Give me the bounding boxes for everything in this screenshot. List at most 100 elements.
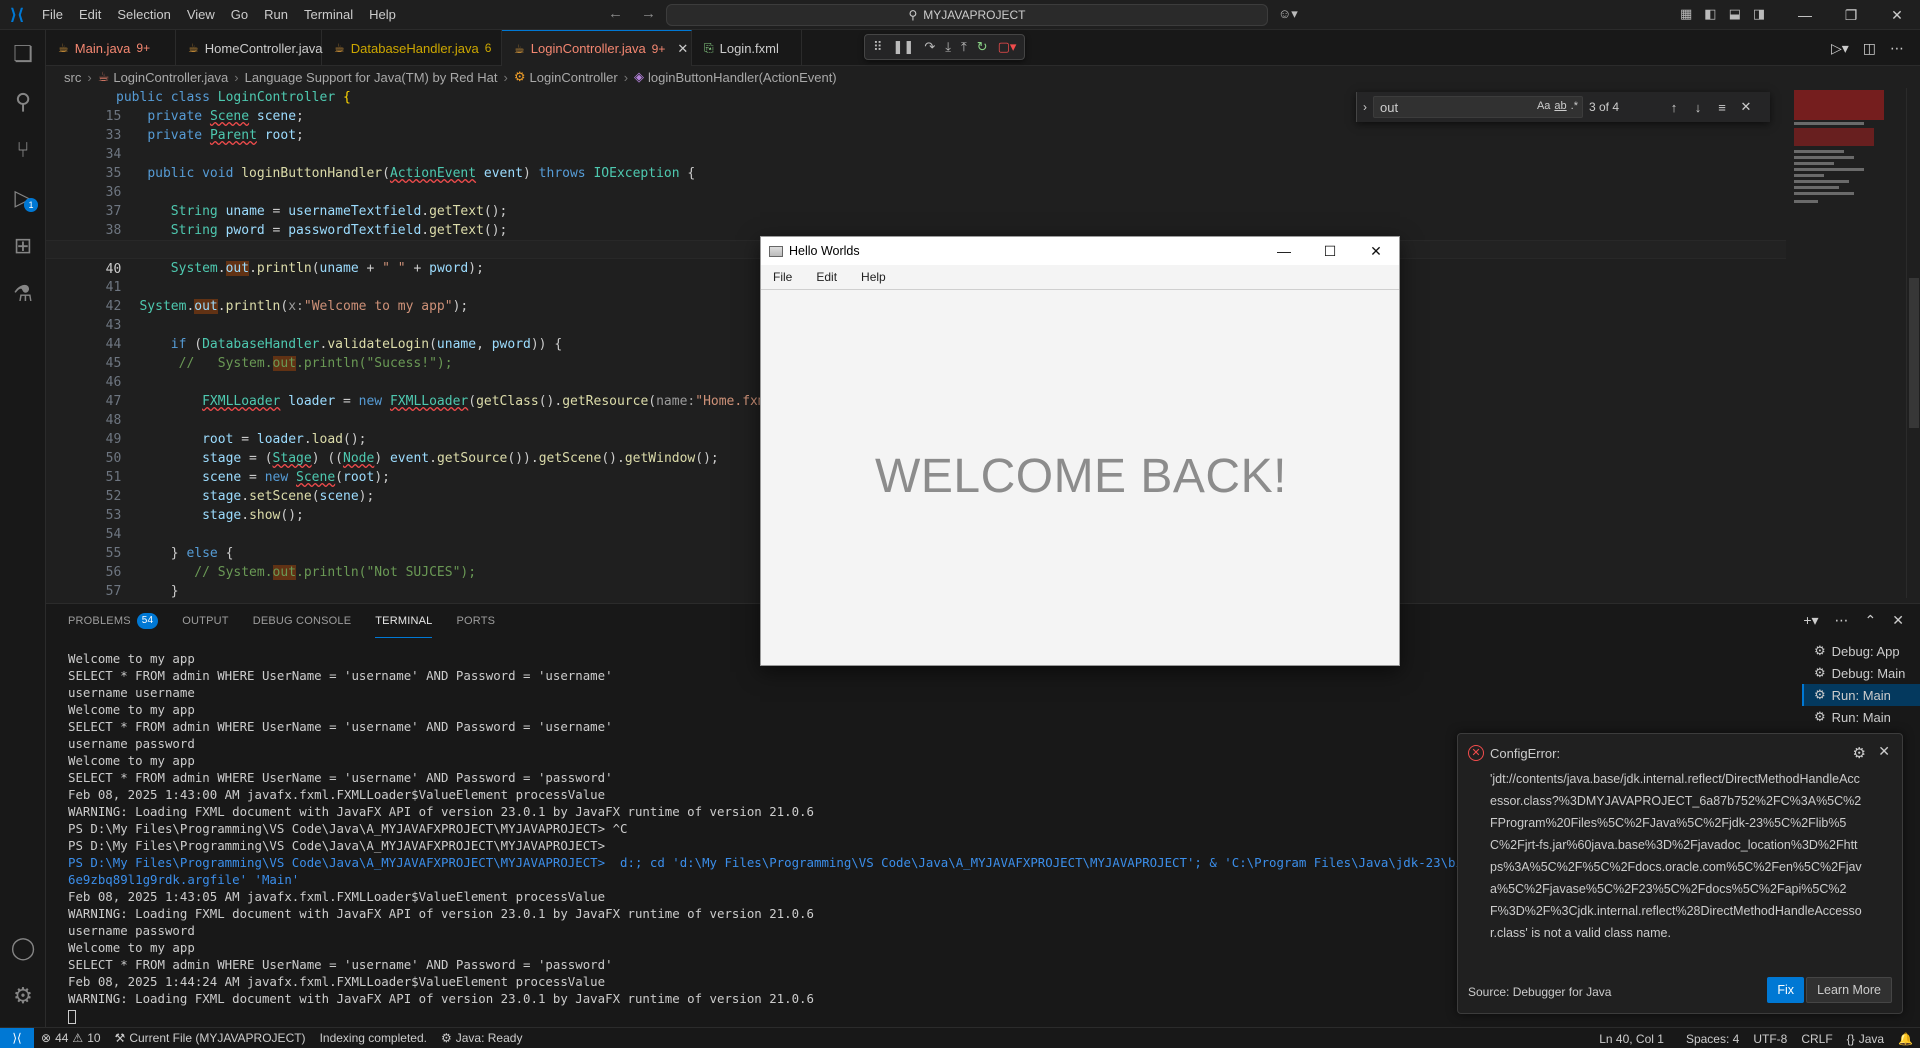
restart-icon[interactable]: ↻ — [977, 39, 988, 55]
step-out-icon[interactable]: ⤒ — [961, 39, 967, 55]
minimap[interactable] — [1794, 88, 1906, 598]
tab-login-fxml[interactable]: ⎘ Login.fxml — [692, 30, 802, 66]
settings-gear-icon[interactable]: ⚙ — [0, 972, 46, 1020]
menu-run[interactable]: Run — [256, 0, 296, 30]
menu-selection[interactable]: Selection — [109, 0, 178, 30]
breadcrumb-item[interactable]: src — [64, 70, 81, 85]
terminal-item[interactable]: ⚙ Debug: Main — [1802, 662, 1920, 684]
toggle-secondary-sidebar-icon[interactable]: ◨ — [1753, 6, 1765, 22]
line-endings[interactable]: CRLF — [1794, 1032, 1839, 1046]
match-whole-word-toggle[interactable]: ab — [1554, 100, 1566, 112]
back-arrow-icon[interactable]: ← — [608, 5, 623, 22]
app-window-titlebar[interactable]: Hello Worlds — ☐ ✕ — [761, 237, 1399, 265]
stop-icon[interactable]: ▢▾ — [998, 39, 1017, 55]
explorer-icon[interactable]: ❏ — [0, 30, 46, 78]
cursor-position[interactable]: Ln 40, Col 1 — [1592, 1032, 1671, 1046]
code-line[interactable]: 38 String uname = usernameTextfield.getT… — [46, 202, 1786, 238]
minimize-icon[interactable]: — — [1782, 0, 1828, 30]
app-menu-file[interactable]: File — [769, 270, 796, 284]
code-line[interactable]: 35 — [46, 145, 1786, 181]
restore-icon[interactable]: ❐ — [1828, 0, 1874, 30]
app-menu-edit[interactable]: Edit — [812, 270, 841, 284]
close-tab-icon[interactable]: ✕ — [677, 41, 688, 57]
find-in-selection-icon[interactable]: ≡ — [1713, 100, 1731, 115]
terminal-item-selected[interactable]: ⚙ Run: Main — [1802, 684, 1920, 706]
code-line[interactable]: 36 public void loginButtonHandler(Action… — [46, 164, 1786, 200]
command-center-search[interactable]: ⚲ MYJAVAPROJECT — [666, 4, 1268, 26]
close-icon[interactable]: ✕ — [1874, 0, 1920, 30]
notification-settings-gear-icon[interactable]: ⚙ — [1853, 744, 1866, 762]
remote-indicator-icon[interactable]: ⟩⟨ — [0, 1027, 34, 1048]
menu-terminal[interactable]: Terminal — [296, 0, 361, 30]
more-actions-icon[interactable]: ⋯ — [1890, 40, 1904, 57]
app-menu-help[interactable]: Help — [857, 270, 890, 284]
forward-arrow-icon[interactable]: → — [641, 5, 656, 22]
tab-homecontroller-java[interactable]: ☕ HomeController.java — [176, 30, 323, 66]
search-view-icon[interactable]: ⚲ — [0, 78, 46, 126]
notifications-bell-icon[interactable]: 🔔 — [1891, 1032, 1920, 1046]
fix-button[interactable]: Fix — [1767, 977, 1804, 1003]
maximize-panel-icon[interactable]: ⌃ — [1865, 612, 1877, 629]
app-close-icon[interactable]: ✕ — [1353, 237, 1399, 265]
close-panel-icon[interactable]: ✕ — [1892, 612, 1904, 629]
drag-handle-icon[interactable]: ⠿ — [873, 39, 883, 55]
app-minimize-icon[interactable]: — — [1261, 237, 1307, 265]
tab-logincontroller-java[interactable]: ☕ LoginController.java 9+ ✕ — [502, 30, 692, 66]
run-debug-icon[interactable]: ▷ 1 — [0, 174, 46, 222]
step-over-icon[interactable]: ↷ — [924, 39, 935, 55]
language-mode[interactable]: {} Java — [1840, 1032, 1891, 1046]
menu-file[interactable]: File — [34, 0, 71, 30]
java-status[interactable]: ⚙ Java: Ready — [434, 1031, 529, 1045]
indentation[interactable]: Spaces: 4 — [1679, 1032, 1746, 1046]
split-editor-icon[interactable]: ◫ — [1863, 40, 1876, 57]
tab-problems[interactable]: PROBLEMS 54 — [68, 604, 159, 638]
menu-help[interactable]: Help — [361, 0, 404, 30]
regex-toggle[interactable]: .* — [1571, 100, 1578, 112]
find-input[interactable]: out Aa ab .* — [1373, 96, 1583, 118]
extensions-icon[interactable]: ⊞ — [0, 222, 46, 270]
more-actions-icon[interactable]: ⋯ — [1835, 612, 1849, 629]
close-find-icon[interactable]: ✕ — [1737, 99, 1755, 115]
toggle-panel-icon[interactable]: ⬓ — [1729, 6, 1741, 22]
close-notification-icon[interactable]: ✕ — [1878, 743, 1890, 760]
new-terminal-icon[interactable]: +▾ — [1803, 612, 1818, 629]
minimap-line — [1794, 162, 1834, 165]
next-match-icon[interactable]: ↓ — [1689, 100, 1707, 115]
match-case-toggle[interactable]: Aa — [1537, 100, 1550, 112]
toggle-replace-chevron-icon[interactable]: › — [1363, 100, 1367, 114]
tab-ports[interactable]: PORTS — [456, 604, 495, 638]
tab-debug-console[interactable]: DEBUG CONSOLE — [253, 604, 352, 638]
copilot-icon[interactable]: ☺▾ — [1278, 6, 1298, 22]
editor-scrollbar[interactable] — [1906, 88, 1920, 598]
terminal-item[interactable]: ⚙ Run: Main — [1802, 706, 1920, 728]
toggle-sidebar-icon[interactable]: ◧ — [1704, 6, 1716, 22]
learn-more-button[interactable]: Learn More — [1806, 977, 1892, 1003]
code-line[interactable]: 34 private Parent root; — [46, 126, 1786, 162]
tab-databasehandler-java[interactable]: ☕ DatabaseHandler.java 6 — [322, 30, 502, 66]
step-into-icon[interactable]: ⤓ — [945, 39, 951, 55]
app-maximize-icon[interactable]: ☐ — [1307, 237, 1353, 265]
breadcrumb-item[interactable]: LoginController.java — [113, 70, 228, 85]
current-file-status[interactable]: ⚒ Current File (MYJAVAPROJECT) — [108, 1031, 313, 1045]
breadcrumb-item[interactable]: loginButtonHandler(ActionEvent) — [648, 70, 837, 85]
terminal-item[interactable]: ⚙ Debug: App — [1802, 640, 1920, 662]
tab-main-java[interactable]: ☕ Main.java 9+ — [46, 30, 176, 66]
previous-match-icon[interactable]: ↑ — [1665, 100, 1683, 115]
testing-icon[interactable]: ⚗ — [0, 270, 46, 318]
breadcrumb-item[interactable]: Language Support for Java(TM) by Red Hat — [245, 70, 498, 85]
account-icon[interactable]: ◯ — [0, 924, 46, 972]
run-icon[interactable]: ▷▾ — [1831, 40, 1849, 57]
menu-go[interactable]: Go — [223, 0, 256, 30]
source-control-icon[interactable]: ⑂ — [0, 126, 46, 174]
breadcrumb-item[interactable]: LoginController — [530, 70, 618, 85]
problems-status[interactable]: ⊗ 44 ⚠ 10 — [34, 1031, 108, 1045]
pause-icon[interactable]: ❚❚ — [893, 39, 915, 55]
menu-view[interactable]: View — [179, 0, 223, 30]
encoding[interactable]: UTF-8 — [1746, 1032, 1794, 1046]
code-line[interactable]: 37 — [46, 183, 1786, 219]
customize-layout-icon[interactable]: ▦ — [1680, 6, 1692, 22]
scrollbar-thumb[interactable] — [1909, 278, 1919, 428]
tab-terminal[interactable]: TERMINAL — [375, 604, 433, 638]
menu-edit[interactable]: Edit — [71, 0, 109, 30]
tab-output[interactable]: OUTPUT — [182, 604, 228, 638]
